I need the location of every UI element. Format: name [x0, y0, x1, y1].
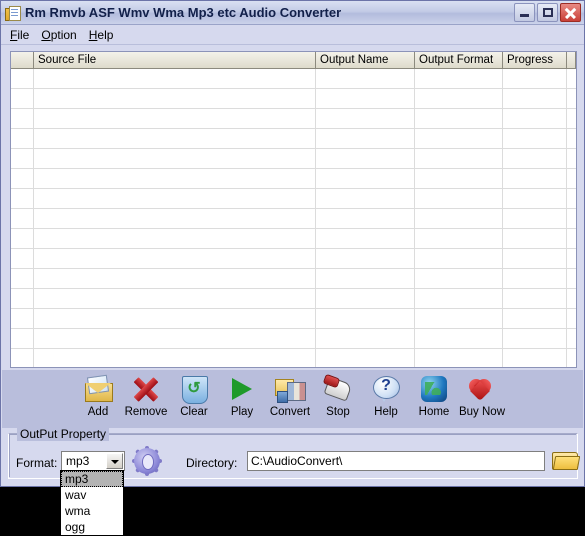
chevron-down-icon[interactable] [106, 453, 123, 469]
format-option-wav[interactable]: wav [61, 487, 123, 503]
stop-hand-icon [322, 373, 354, 404]
buy-now-heart-icon [466, 374, 498, 404]
list-item[interactable] [11, 189, 576, 209]
close-button[interactable] [560, 3, 581, 22]
list-item[interactable] [11, 269, 576, 289]
list-item[interactable] [11, 89, 576, 109]
clear-recycle-icon: ↺ [178, 374, 210, 404]
list-item[interactable] [11, 309, 576, 329]
grid-line-vertical [414, 69, 415, 367]
stop-button-label: Stop [326, 406, 350, 418]
window-controls [514, 3, 581, 22]
help-question-icon: ? [370, 374, 402, 404]
menu-item-option[interactable]: Option [38, 27, 85, 43]
format-dropdown-list[interactable]: mp3 wav wma ogg [60, 470, 124, 536]
list-header: Source File Output Name Output Format Pr… [11, 52, 576, 69]
column-header-output-name[interactable]: Output Name [316, 52, 415, 69]
grid-line-vertical [315, 69, 316, 367]
list-item[interactable] [11, 109, 576, 129]
toolbar: Add Remove ↺ Clear Play Convert Stop ? H… [2, 370, 583, 428]
list-item[interactable] [11, 149, 576, 169]
list-item[interactable] [11, 329, 576, 349]
buy-now-button-label: Buy Now [458, 406, 506, 418]
help-button[interactable]: ? Help [362, 370, 410, 418]
grid-line-vertical [33, 69, 34, 367]
list-item[interactable] [11, 289, 576, 309]
list-item[interactable] [11, 169, 576, 189]
play-triangle-icon [226, 374, 258, 404]
list-item[interactable] [11, 349, 576, 367]
app-icon [5, 5, 21, 21]
minimize-button[interactable] [514, 3, 535, 22]
home-button[interactable]: Home [410, 370, 458, 418]
column-header-source-file[interactable]: Source File [34, 52, 316, 69]
list-item[interactable] [11, 209, 576, 229]
maximize-icon [543, 8, 553, 17]
format-label: Format: [16, 456, 58, 470]
menu-item-help[interactable]: Help [86, 27, 123, 43]
convert-button-label: Convert [269, 406, 311, 418]
menu-item-file[interactable]: File [7, 27, 38, 43]
stop-button[interactable]: Stop [314, 370, 362, 418]
remove-button[interactable]: Remove [122, 370, 170, 418]
remove-button-label: Remove [124, 406, 168, 418]
menu-item-file-label: ile [17, 27, 30, 42]
home-button-label: Home [418, 406, 450, 418]
list-item[interactable] [11, 249, 576, 269]
title-bar: Rm Rmvb ASF Wmv Wma Mp3 etc Audio Conver… [1, 1, 584, 25]
gear-icon[interactable] [132, 446, 162, 476]
convert-folder-icon [274, 374, 306, 404]
format-option-ogg[interactable]: ogg [61, 519, 123, 535]
window-title: Rm Rmvb ASF Wmv Wma Mp3 etc Audio Conver… [25, 5, 342, 20]
buy-now-button[interactable]: Buy Now [458, 370, 506, 418]
help-button-label: Help [374, 406, 398, 418]
minimize-icon [520, 14, 529, 17]
browse-folder-button[interactable] [551, 448, 581, 472]
convert-button[interactable]: Convert [266, 370, 314, 418]
file-list-view[interactable]: Source File Output Name Output Format Pr… [10, 51, 577, 368]
grid-line-vertical [502, 69, 503, 367]
format-option-mp3[interactable]: mp3 [61, 471, 123, 487]
application-window: Rm Rmvb ASF Wmv Wma Mp3 etc Audio Conver… [0, 0, 585, 487]
remove-x-icon [130, 374, 162, 404]
clear-button[interactable]: ↺ Clear [170, 370, 218, 418]
list-item[interactable] [11, 229, 576, 249]
play-button[interactable]: Play [218, 370, 266, 418]
format-option-wma[interactable]: wma [61, 503, 123, 519]
add-envelope-icon [82, 374, 114, 404]
column-header-blank-left[interactable] [11, 52, 34, 69]
column-header-blank-right[interactable] [567, 52, 576, 69]
list-item[interactable] [11, 129, 576, 149]
menu-item-option-label: ption [50, 27, 77, 42]
format-combobox-value: mp3 [66, 454, 90, 468]
menu-item-help-label: elp [97, 27, 114, 42]
clear-button-label: Clear [180, 406, 208, 418]
directory-label: Directory: [186, 456, 238, 470]
home-globe-icon [418, 374, 450, 404]
column-header-output-format[interactable]: Output Format [415, 52, 503, 69]
directory-input[interactable]: C:\AudioConvert\ [247, 451, 545, 471]
list-item[interactable] [11, 69, 576, 89]
format-combobox[interactable]: mp3 [61, 451, 125, 471]
add-button-label: Add [87, 406, 109, 418]
maximize-button[interactable] [537, 3, 558, 22]
add-button[interactable]: Add [74, 370, 122, 418]
grid-line-vertical [566, 69, 567, 367]
list-body[interactable] [11, 69, 576, 367]
play-button-label: Play [230, 406, 254, 418]
column-header-progress[interactable]: Progress [503, 52, 567, 69]
menu-bar: File Option Help [1, 25, 584, 45]
output-property-legend: OutPut Property [17, 427, 110, 441]
